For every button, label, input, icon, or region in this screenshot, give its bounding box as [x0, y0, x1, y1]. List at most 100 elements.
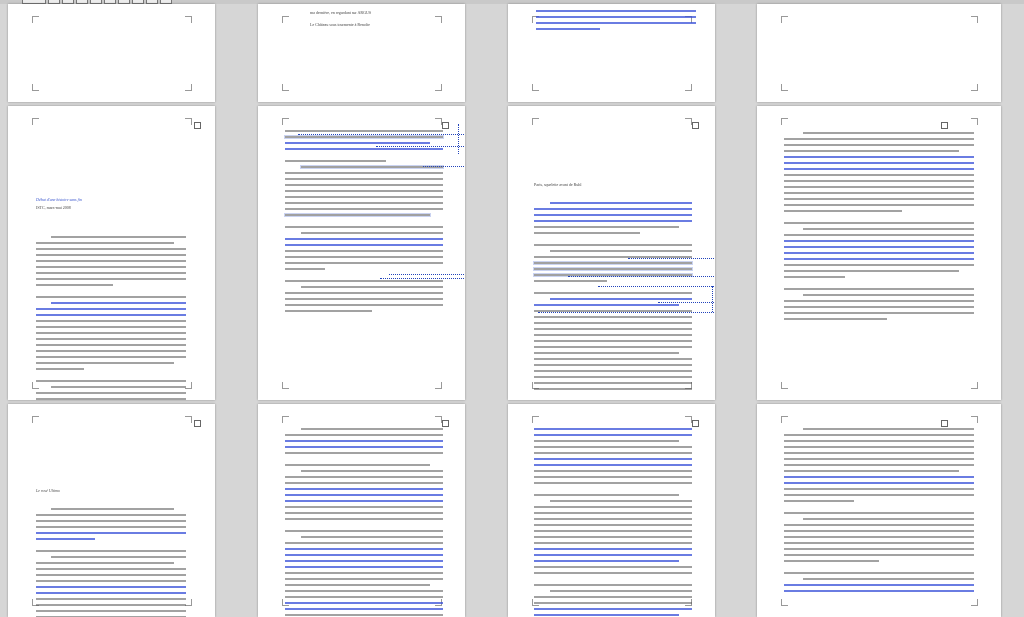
crop-mark	[685, 84, 692, 91]
crop-mark	[781, 599, 788, 606]
crop-mark	[971, 416, 978, 423]
text-line	[285, 268, 325, 270]
text-line	[285, 584, 431, 586]
text-line	[534, 434, 692, 436]
text-line	[285, 590, 443, 592]
text-line	[36, 242, 174, 244]
text-line	[534, 208, 692, 210]
text-line	[36, 562, 174, 564]
text-line	[285, 280, 443, 282]
text-line	[285, 596, 443, 598]
document-page-3[interactable]	[508, 4, 715, 102]
page-break-marker	[941, 420, 948, 427]
text-line	[300, 232, 443, 234]
text-line	[534, 464, 692, 466]
document-page-8[interactable]	[757, 106, 1001, 400]
text-line	[285, 130, 443, 132]
text-line	[784, 554, 974, 556]
crop-mark	[185, 599, 192, 606]
document-page-1[interactable]	[8, 4, 215, 102]
text-line	[285, 476, 443, 478]
text-line	[803, 578, 974, 580]
text-line	[285, 494, 443, 496]
text-line	[285, 202, 443, 204]
text-block	[784, 132, 974, 324]
text-block	[784, 428, 974, 596]
text-line	[784, 434, 974, 436]
text-line	[536, 10, 696, 12]
text-line	[534, 530, 692, 532]
text-line	[534, 476, 692, 478]
text-line	[784, 530, 974, 532]
text-line	[285, 446, 443, 448]
text-line	[784, 192, 974, 194]
document-page-6[interactable]	[258, 106, 465, 400]
document-page-4[interactable]	[757, 4, 1001, 102]
text-line	[534, 364, 692, 366]
heading-text: Début d'une histoire sans fin	[36, 197, 82, 202]
document-page-7[interactable]: Paris, squelette avant de Ruhl	[508, 106, 715, 400]
text-line	[549, 500, 692, 502]
text-line	[534, 262, 692, 264]
text-line	[534, 440, 680, 442]
text-line	[784, 240, 974, 242]
comment-anchor-line	[568, 276, 715, 277]
text-line	[285, 608, 443, 610]
text-line	[285, 488, 443, 490]
text-line	[285, 196, 443, 198]
text-line	[784, 542, 974, 544]
document-page-12[interactable]	[757, 404, 1001, 617]
text-line	[784, 168, 974, 170]
text-line	[536, 22, 696, 24]
text-line	[784, 560, 879, 562]
crop-mark	[781, 416, 788, 423]
crop-mark	[971, 84, 978, 91]
text-line	[784, 300, 974, 302]
text-line	[534, 548, 692, 550]
text-block	[285, 130, 443, 316]
text-line	[534, 334, 692, 336]
crop-mark	[282, 84, 289, 91]
text-line	[36, 362, 174, 364]
text-line	[784, 270, 959, 272]
text-line	[803, 294, 974, 296]
text-line	[534, 280, 607, 282]
text-line	[784, 198, 974, 200]
document-page-2[interactable]: ma dernière, en regardant sur ARGUS Le Ch…	[258, 4, 465, 102]
text-line	[285, 440, 443, 442]
page-break-marker	[941, 122, 948, 129]
text-line	[285, 548, 443, 550]
text-block	[534, 428, 692, 617]
text-line	[784, 482, 974, 484]
comment-anchor-line	[658, 302, 715, 303]
text-line	[784, 258, 974, 260]
text-line	[36, 550, 186, 552]
text-line	[36, 248, 186, 250]
text-line	[784, 180, 974, 182]
document-page-11[interactable]	[508, 404, 715, 617]
text-line	[300, 470, 443, 472]
comment-anchor-line	[423, 166, 465, 167]
document-page-10[interactable]	[258, 404, 465, 617]
text-line	[784, 144, 974, 146]
text-block	[536, 10, 696, 34]
crop-mark	[435, 84, 442, 91]
text-line	[36, 574, 186, 576]
text-line	[534, 560, 680, 562]
text-line	[534, 566, 692, 568]
document-page-9[interactable]: Le rosé Ultimo	[8, 404, 215, 617]
text-line	[536, 28, 600, 30]
page-break-marker	[194, 420, 201, 427]
text-line	[36, 604, 186, 606]
text-line	[784, 222, 974, 224]
text-line	[534, 428, 692, 430]
text-line	[534, 328, 692, 330]
text-line	[36, 568, 186, 570]
text-line	[285, 310, 372, 312]
text-line	[784, 264, 974, 266]
text-line	[803, 428, 974, 430]
text-line	[534, 316, 692, 318]
document-page-5[interactable]: Début d'une histoire sans fin ISTC, mars-…	[8, 106, 215, 400]
text-line	[534, 602, 692, 604]
crop-mark	[185, 16, 192, 23]
